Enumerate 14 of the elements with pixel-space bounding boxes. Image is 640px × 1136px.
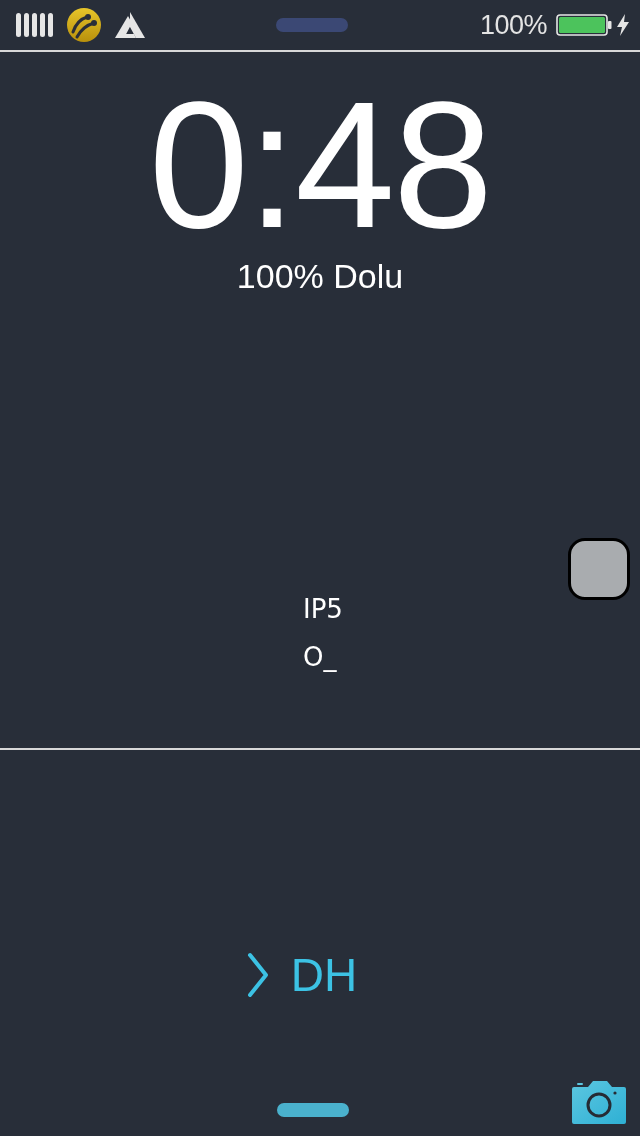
widget-text: IP5: [303, 593, 343, 626]
signal-bars-icon: [16, 13, 53, 37]
widget-text: O_: [303, 641, 338, 674]
camera-icon[interactable]: [572, 1081, 626, 1124]
slide-to-unlock-label[interactable]: DH: [290, 952, 358, 998]
control-center-grabber-handle[interactable]: [277, 1103, 349, 1117]
assistive-touch-button[interactable]: [568, 538, 630, 600]
clock-time: 0:48: [148, 75, 492, 255]
battery-status-text: 100% Dolu: [236, 259, 404, 293]
battery-percentage: 100%: [479, 11, 547, 39]
chevron-right-icon: [246, 952, 269, 998]
carrier-logo-icon: [67, 8, 101, 42]
notification-grabber-handle[interactable]: [276, 18, 349, 32]
triangle-logo-icon: [115, 12, 145, 38]
